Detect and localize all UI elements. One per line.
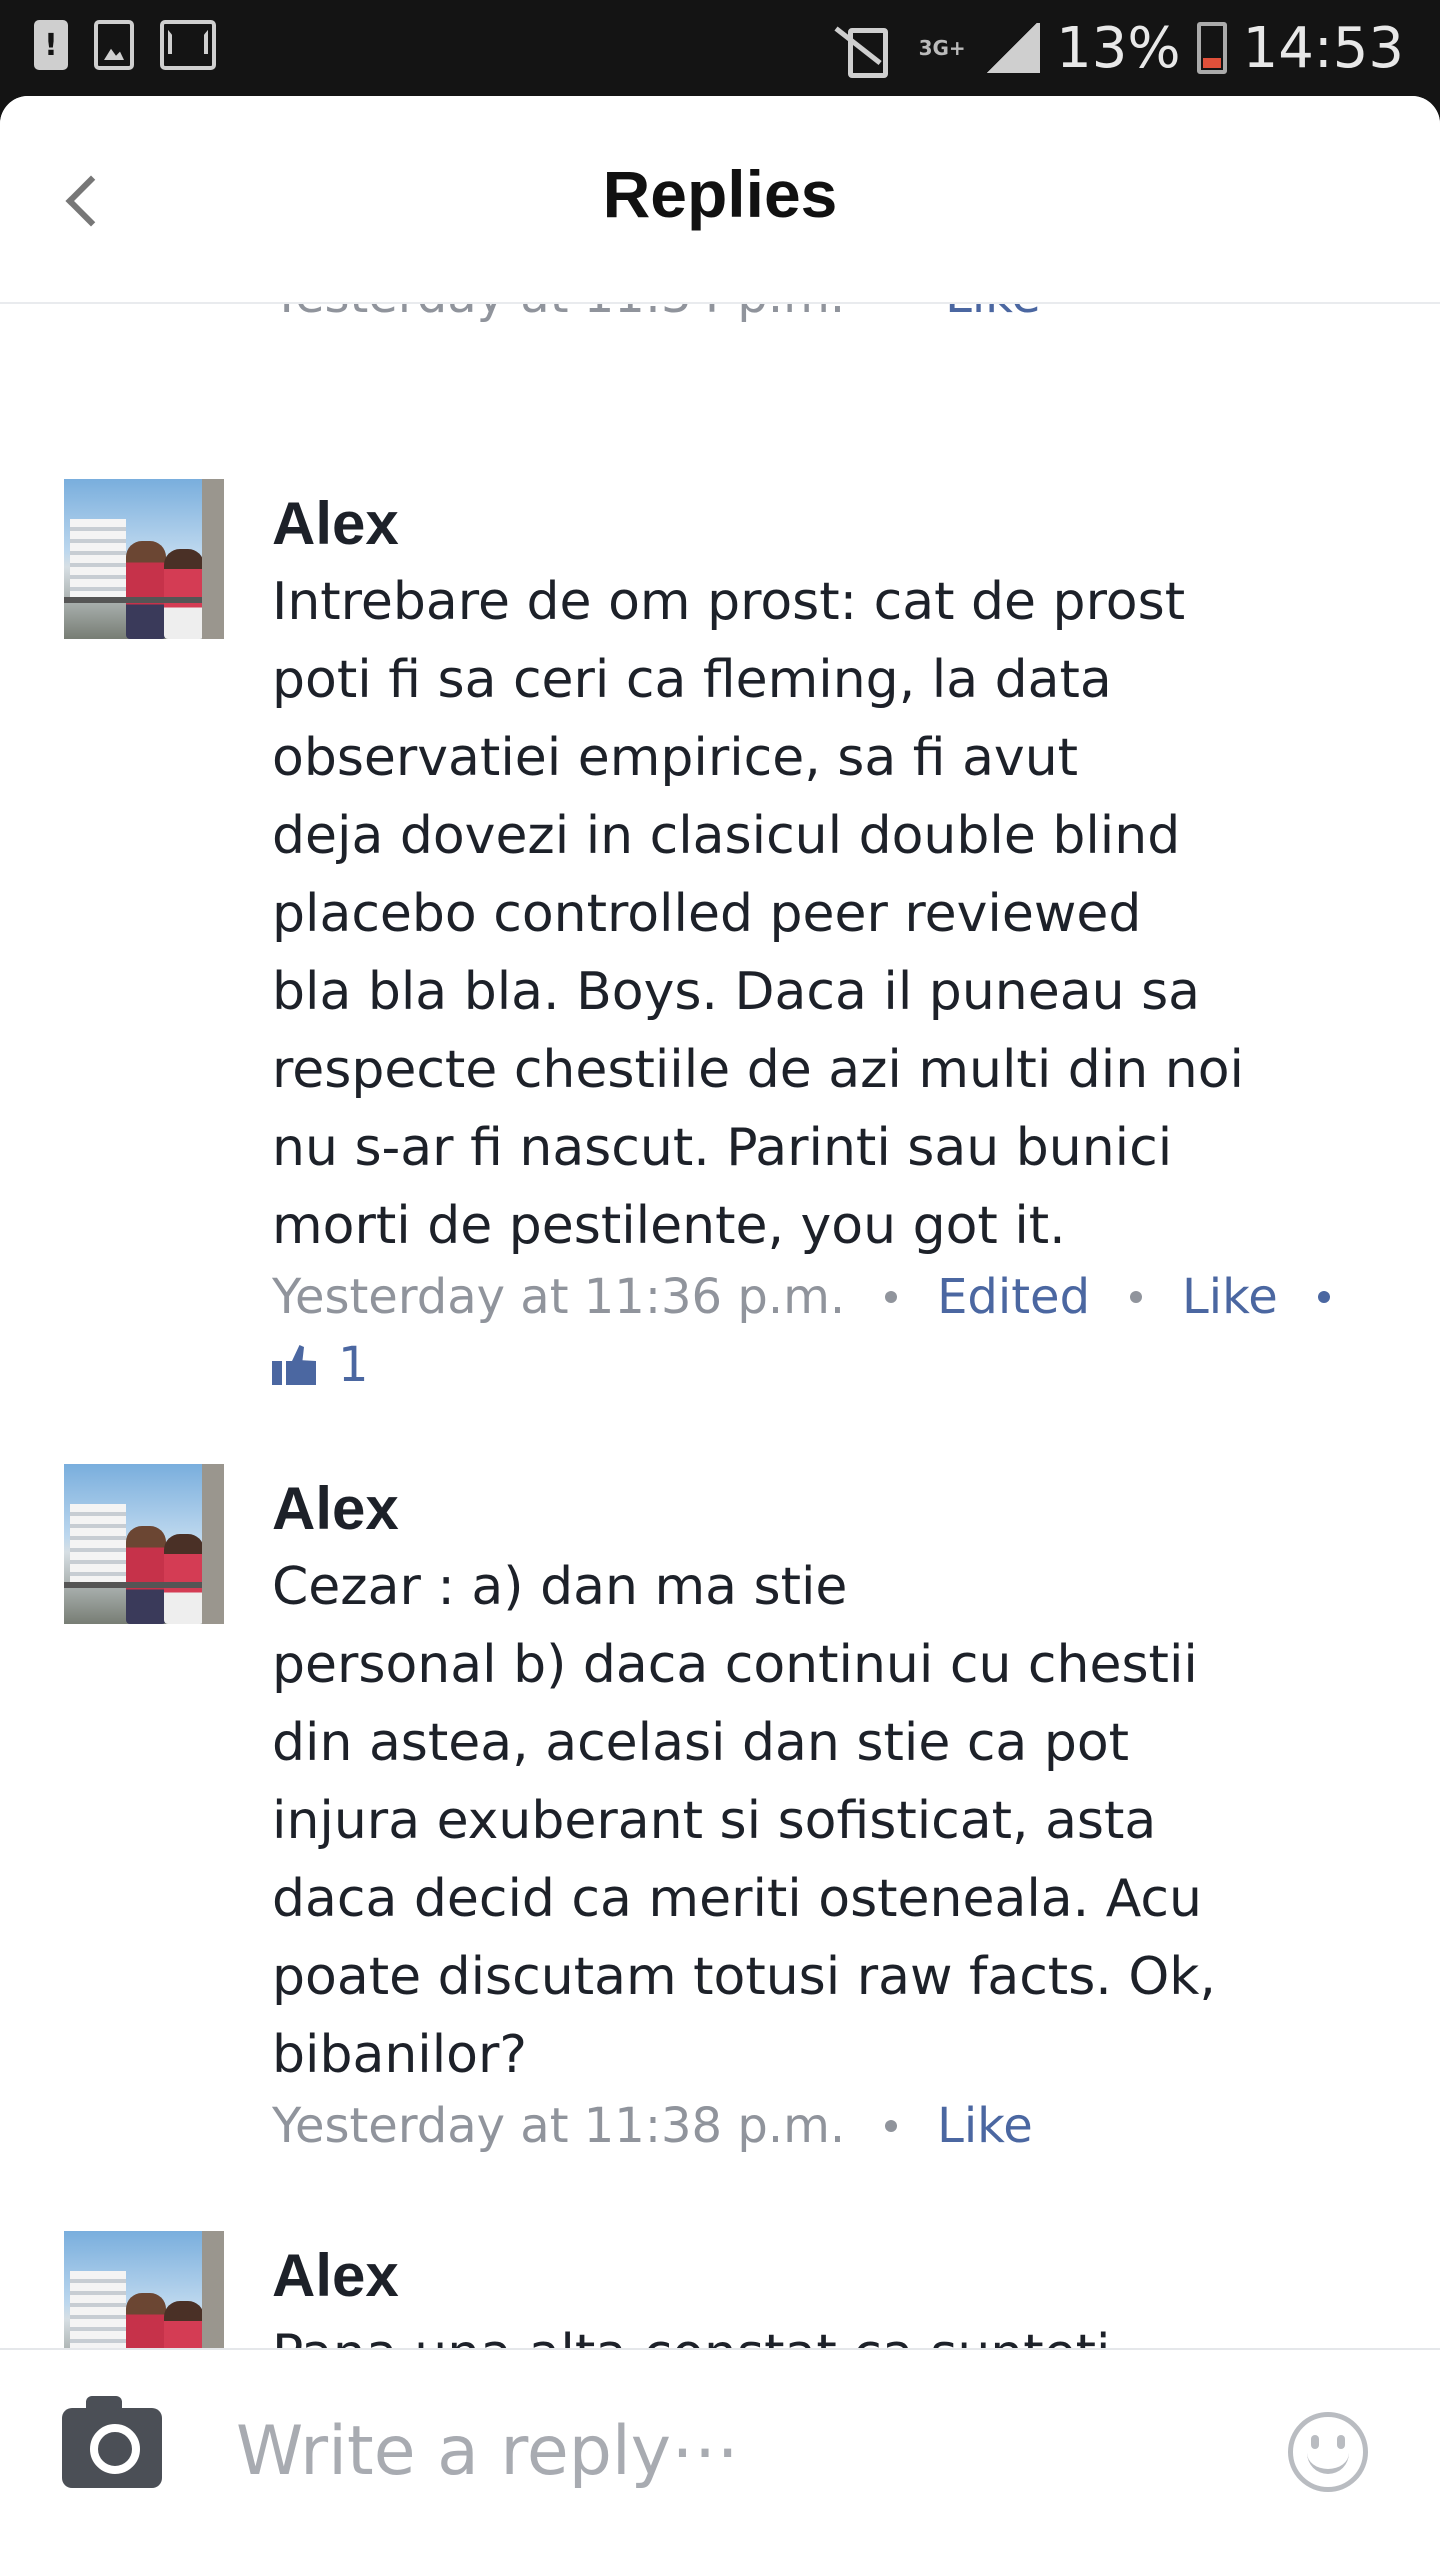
battery-percent: 13%	[1056, 15, 1181, 81]
reply-input[interactable]	[236, 2396, 1236, 2506]
battery-icon	[1196, 22, 1227, 74]
emoji-icon[interactable]	[1288, 2412, 1368, 2492]
comment-timestamp: Yesterday at 11:36 p.m.	[272, 1269, 846, 1325]
replies-list[interactable]: Yesterday at 11:34 p.m. Like Alex Intreba…	[0, 304, 1440, 2348]
comment-text: Cezar : a) dan ma stie personal b) daca …	[272, 1557, 1216, 2085]
mail-icon	[160, 20, 216, 70]
comment-meta: Yesterday at 11:36 p.m. Edited Like	[272, 1269, 1370, 1325]
avatar[interactable]	[64, 479, 224, 639]
notification-icons	[34, 20, 216, 70]
status-bar: 3G+ 13% 14:53	[0, 0, 1440, 96]
like-count[interactable]: 1	[272, 1337, 369, 1393]
comment-text: Intrebare de om prost: cat de prost poti…	[272, 572, 1244, 1256]
thumbs-up-icon	[272, 1345, 316, 1385]
replies-sheet: Replies Yesterday at 11:34 p.m. Like Alex…	[0, 96, 1440, 2560]
like-link[interactable]: Like	[1182, 1269, 1278, 1325]
comment-author[interactable]: Alex	[272, 489, 399, 558]
avatar[interactable]	[64, 1464, 224, 1624]
like-count-value: 1	[338, 1337, 369, 1393]
like-link[interactable]: Like	[937, 2098, 1033, 2154]
comment-text: Pana una alta constat ca sunteti zero ba…	[272, 2315, 1392, 2348]
comment-item: Alex Pana una alta constat ca sunteti ze…	[0, 2231, 1440, 2348]
comment-author[interactable]: Alex	[272, 2241, 399, 2310]
avatar[interactable]	[64, 2231, 224, 2348]
clock: 14:53	[1242, 15, 1404, 81]
signal-icon	[984, 23, 1041, 73]
page-title: Replies	[602, 157, 838, 231]
partial-comment-meta: Yesterday at 11:34 p.m. Like	[272, 304, 1041, 324]
alert-icon	[34, 20, 68, 70]
edited-link[interactable]: Edited	[937, 1269, 1090, 1325]
system-icons: 3G+ 13% 14:53	[830, 12, 1404, 84]
reply-composer	[0, 2348, 1440, 2560]
comment-item: Alex Intrebare de om prost: cat de prost…	[0, 479, 1440, 1419]
comment-author[interactable]: Alex	[272, 1474, 399, 1543]
comment-timestamp: Yesterday at 11:34 p.m.	[272, 304, 845, 324]
comment-meta: Yesterday at 11:38 p.m. Like	[272, 2098, 1033, 2154]
comment-item: Alex Cezar : a) dan ma stie personal b) …	[0, 1464, 1440, 2224]
camera-icon[interactable]	[62, 2396, 162, 2488]
comment-timestamp: Yesterday at 11:38 p.m.	[272, 2098, 846, 2154]
vibrate-icon	[830, 24, 900, 78]
like-link[interactable]: Like	[945, 304, 1041, 324]
network-type: 3G+	[918, 36, 966, 60]
image-icon	[94, 20, 134, 70]
header: Replies	[0, 96, 1440, 304]
